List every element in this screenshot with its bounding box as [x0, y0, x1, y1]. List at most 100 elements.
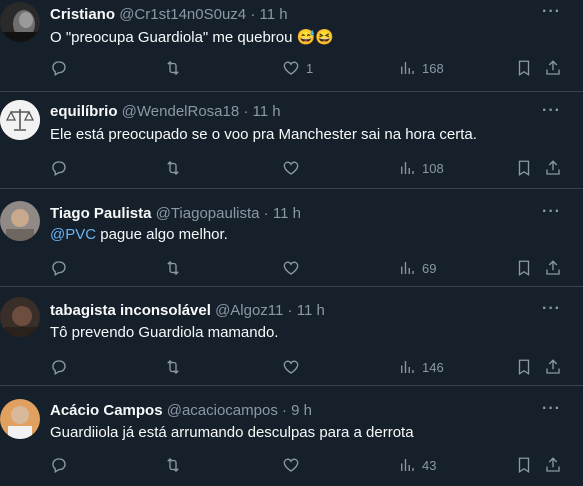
reply-icon — [52, 261, 66, 276]
share-button[interactable] — [544, 357, 562, 377]
views-button[interactable]: 43 — [398, 455, 436, 475]
reply-icon — [52, 161, 66, 176]
views-icon — [401, 459, 414, 471]
reply-button[interactable] — [50, 158, 68, 178]
share-button[interactable] — [544, 455, 562, 475]
retweet-button[interactable] — [164, 258, 182, 278]
tweet-text: Tô prevendo Guardiola mamando. — [50, 324, 279, 341]
more-icon[interactable]: ··· — [542, 400, 561, 418]
tweet[interactable]: equilíbrio @WendelRosa18 · 11 h ··· Ele … — [0, 92, 583, 189]
tweet[interactable]: Tiago Paulista @Tiagopaulista · 11 h ···… — [0, 189, 583, 287]
more-icon[interactable]: ··· — [542, 102, 561, 120]
views-icon — [401, 361, 414, 373]
bookmark-icon — [518, 160, 530, 177]
tweet-text: O "preocupa Guardiola" me quebrou 😅😆 — [50, 29, 334, 46]
action-bar: 1 168 — [0, 58, 583, 78]
like-button[interactable] — [282, 455, 300, 475]
views-button[interactable]: 146 — [398, 357, 444, 377]
tweet[interactable]: Acácio Campos @acaciocampos · 9 h ··· Gu… — [0, 386, 583, 486]
author-handle[interactable]: @acaciocampos — [167, 402, 278, 419]
bookmark-icon — [518, 260, 530, 277]
tweet[interactable]: Cristiano @Cr1st14n0S0uz4 · 11 h ··· O "… — [0, 0, 583, 92]
tweet-text-rest: pague algo melhor. — [96, 226, 228, 243]
like-icon — [283, 360, 299, 374]
like-button[interactable] — [282, 258, 300, 278]
tweet-text: Guardiiola já está arrumando desculpas p… — [50, 424, 414, 441]
reply-button[interactable] — [50, 58, 68, 78]
more-icon[interactable]: ··· — [542, 203, 561, 221]
bookmark-icon — [518, 457, 530, 474]
author-name[interactable]: equilíbrio — [50, 103, 118, 120]
bookmark-button[interactable] — [515, 455, 533, 475]
retweet-button[interactable] — [164, 357, 182, 377]
reply-button[interactable] — [50, 357, 68, 377]
timestamp[interactable]: 11 h — [260, 6, 288, 23]
author-handle[interactable]: @Algoz11 — [215, 302, 283, 319]
avatar[interactable] — [0, 297, 40, 337]
author-name[interactable]: Tiago Paulista — [50, 205, 151, 222]
retweet-icon — [167, 61, 179, 75]
retweet-button[interactable] — [164, 58, 182, 78]
reply-button[interactable] — [50, 258, 68, 278]
like-button[interactable] — [282, 158, 300, 178]
views-button[interactable]: 69 — [398, 258, 436, 278]
views-icon — [401, 262, 414, 274]
tweet[interactable]: tabagista inconsolável @Algoz11 · 11 h ·… — [0, 287, 583, 386]
author-handle[interactable]: @Cr1st14n0S0uz4 — [119, 6, 246, 23]
separator: · — [239, 103, 253, 120]
author-handle[interactable]: @WendelRosa18 — [122, 103, 240, 120]
reply-icon — [52, 360, 66, 375]
author-name[interactable]: tabagista inconsolável — [50, 302, 211, 319]
tweet-header: Cristiano @Cr1st14n0S0uz4 · 11 h — [50, 5, 288, 25]
avatar[interactable] — [0, 100, 40, 140]
tweet-header: tabagista inconsolável @Algoz11 · 11 h — [50, 301, 325, 321]
avatar[interactable] — [0, 201, 40, 241]
bookmark-icon — [518, 359, 530, 376]
author-name[interactable]: Acácio Campos — [50, 402, 163, 419]
share-icon — [546, 457, 560, 472]
bookmark-button[interactable] — [515, 357, 533, 377]
avatar[interactable] — [0, 399, 40, 439]
timestamp[interactable]: 9 h — [291, 402, 312, 419]
avatar[interactable] — [0, 2, 40, 42]
more-icon[interactable]: ··· — [542, 3, 561, 21]
views-button[interactable]: 108 — [398, 158, 444, 178]
like-icon — [283, 261, 299, 275]
like-icon — [283, 458, 299, 472]
share-icon — [546, 260, 560, 275]
retweet-button[interactable] — [164, 158, 182, 178]
tweet-header: Tiago Paulista @Tiagopaulista · 11 h — [50, 204, 301, 224]
author-name[interactable]: Cristiano — [50, 6, 115, 23]
share-button[interactable] — [544, 58, 562, 78]
view-count: 168 — [422, 60, 444, 76]
mention-link[interactable]: @PVC — [50, 226, 96, 243]
share-button[interactable] — [544, 258, 562, 278]
share-button[interactable] — [544, 158, 562, 178]
tweet-header: equilíbrio @WendelRosa18 · 11 h — [50, 102, 281, 122]
reply-icon — [52, 61, 66, 76]
timestamp[interactable]: 11 h — [253, 103, 281, 120]
views-icon — [401, 162, 414, 174]
bookmark-button[interactable] — [515, 258, 533, 278]
retweet-icon — [167, 261, 179, 275]
bookmark-button[interactable] — [515, 58, 533, 78]
retweet-icon — [167, 458, 179, 472]
timestamp[interactable]: 11 h — [273, 205, 301, 222]
views-icon — [401, 62, 414, 74]
separator: · — [277, 402, 292, 419]
more-icon[interactable]: ··· — [542, 300, 561, 318]
action-bar: 69 — [0, 258, 583, 278]
view-count: 108 — [422, 160, 444, 176]
view-count: 69 — [422, 260, 437, 276]
like-button[interactable]: 1 — [282, 58, 313, 78]
timestamp[interactable]: 11 h — [297, 302, 325, 319]
views-button[interactable]: 168 — [398, 58, 444, 78]
like-button[interactable] — [282, 357, 300, 377]
separator: · — [259, 205, 273, 222]
retweet-button[interactable] — [164, 455, 182, 475]
share-icon — [546, 160, 560, 175]
bookmark-button[interactable] — [515, 158, 533, 178]
reply-button[interactable] — [50, 455, 68, 475]
author-handle[interactable]: @Tiagopaulista — [156, 205, 260, 222]
reply-icon — [52, 458, 66, 473]
